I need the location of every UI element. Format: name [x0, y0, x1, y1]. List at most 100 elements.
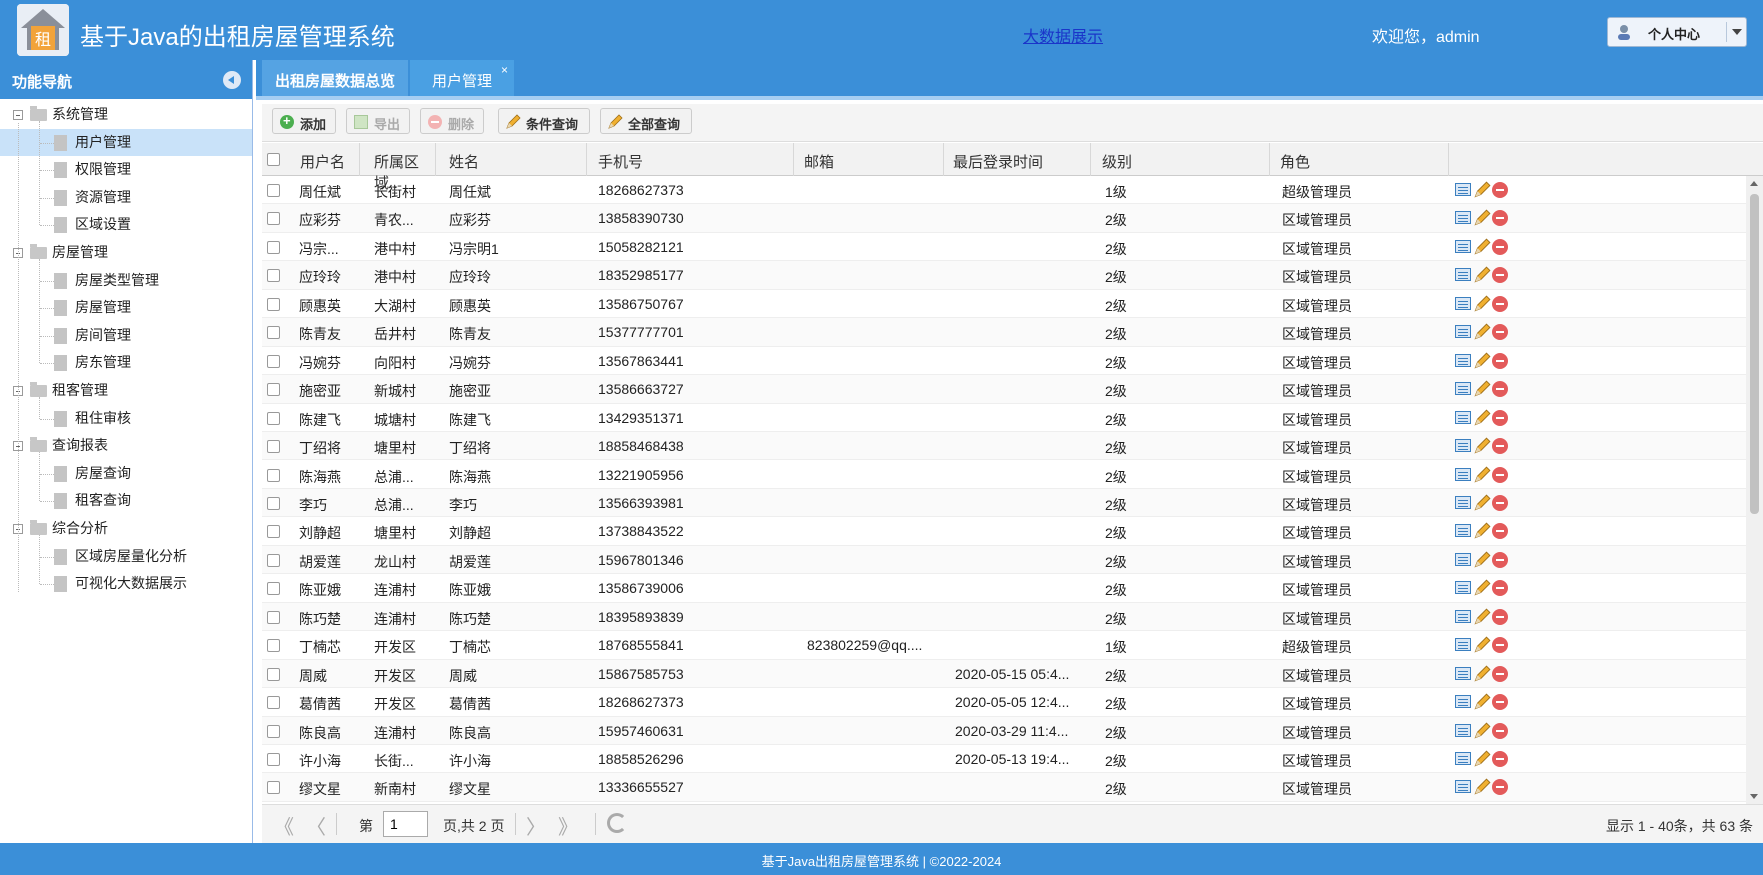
table-row[interactable]: 应玲玲 港中村 应玲玲 18352985177 2级 区域管理员	[262, 261, 1746, 290]
table-row[interactable]: 周任斌 长街村 周任斌 18268627373 1级 超级管理员	[262, 176, 1746, 205]
table-row[interactable]: 顾惠英 大湖村 顾惠英 13586750767 2级 区域管理员	[262, 290, 1746, 319]
detail-icon[interactable]	[1455, 439, 1471, 453]
table-row[interactable]: 冯婉芬 向阳村 冯婉芬 13567863441 2级 区域管理员	[262, 347, 1746, 376]
condition-query-button[interactable]: 条件查询	[498, 108, 590, 134]
row-checkbox[interactable]	[267, 383, 280, 397]
row-checkbox[interactable]	[267, 553, 280, 567]
edit-icon[interactable]	[1473, 295, 1491, 313]
table-row[interactable]: 丁楠芯 开发区 丁楠芯 18768555841 823802259@qq.... 1级 超级…	[262, 631, 1746, 660]
detail-icon[interactable]	[1455, 410, 1471, 424]
user-center-dropdown[interactable]: 个人中心	[1607, 17, 1747, 47]
edit-icon[interactable]	[1473, 551, 1491, 569]
table-row[interactable]: 胡爱莲 龙山村 胡爱莲 15967801346 2级 区域管理员	[262, 545, 1746, 575]
row-checkbox[interactable]	[267, 297, 280, 311]
table-row[interactable]: 李巧 总浦... 李巧 13566393981 2级 区域管理员	[262, 488, 1746, 518]
edit-icon[interactable]	[1473, 693, 1491, 711]
delete-row-icon[interactable]	[1492, 523, 1508, 540]
delete-row-icon[interactable]	[1492, 409, 1508, 426]
table-row[interactable]: 陈亚娥 连浦村 陈亚娥 13586739006 2级 区域管理员	[262, 574, 1746, 603]
column-header-phone[interactable]: 手机号	[588, 143, 794, 176]
prev-page-icon[interactable]: 〈	[306, 811, 326, 840]
row-checkbox[interactable]	[267, 354, 280, 368]
edit-icon[interactable]	[1473, 437, 1491, 455]
sidebar-item[interactable]: 用户管理	[0, 128, 252, 157]
edit-icon[interactable]	[1473, 380, 1491, 398]
delete-row-icon[interactable]	[1492, 466, 1508, 483]
edit-icon[interactable]	[1473, 323, 1491, 341]
edit-icon[interactable]	[1473, 209, 1491, 227]
row-checkbox[interactable]	[267, 184, 280, 197]
edit-icon[interactable]	[1473, 665, 1491, 683]
delete-row-icon[interactable]	[1492, 665, 1508, 682]
delete-row-icon[interactable]	[1492, 580, 1508, 597]
edit-icon[interactable]	[1473, 579, 1491, 597]
column-header-role[interactable]: 角色	[1270, 143, 1449, 176]
edit-icon[interactable]	[1473, 238, 1491, 256]
edit-icon[interactable]	[1473, 722, 1491, 740]
delete-row-icon[interactable]	[1492, 352, 1508, 369]
column-header-region[interactable]: 所属区域..	[364, 143, 436, 192]
table-row[interactable]: 施密亚 新城村 施密亚 13586663727 2级 区域管理员	[262, 375, 1746, 404]
sidebar-item[interactable]: 房屋管理	[0, 294, 252, 322]
scroll-down-icon[interactable]	[1750, 794, 1758, 799]
row-checkbox[interactable]	[267, 326, 280, 340]
delete-row-icon[interactable]	[1492, 722, 1508, 739]
edit-icon[interactable]	[1473, 352, 1491, 370]
tab-overview[interactable]: 出租房屋数据总览	[262, 60, 408, 100]
delete-button[interactable]: 删除	[420, 108, 484, 134]
table-row[interactable]: 刘静超 塘里村 刘静超 13738843522 2级 区域管理员	[262, 517, 1746, 546]
delete-row-icon[interactable]	[1492, 324, 1508, 341]
nav-group[interactable]: 查询报表	[0, 432, 252, 460]
scrollbar-thumb[interactable]	[1750, 194, 1759, 514]
nav-group[interactable]: 系统管理	[0, 101, 252, 129]
delete-row-icon[interactable]	[1492, 210, 1508, 227]
row-checkbox[interactable]	[267, 525, 280, 539]
detail-icon[interactable]	[1455, 296, 1471, 310]
detail-icon[interactable]	[1455, 752, 1471, 765]
refresh-icon[interactable]	[607, 813, 627, 833]
delete-row-icon[interactable]	[1492, 779, 1508, 796]
table-row[interactable]: 周威 开发区 周威 15867585753 2020-05-15 05:4... 2级 区域…	[262, 659, 1746, 689]
detail-icon[interactable]	[1455, 268, 1471, 282]
edit-icon[interactable]	[1473, 409, 1491, 427]
detail-icon[interactable]	[1455, 353, 1471, 367]
collapse-sidebar-icon[interactable]	[223, 71, 241, 89]
detail-icon[interactable]	[1455, 666, 1471, 680]
detail-icon[interactable]	[1455, 211, 1471, 225]
table-row[interactable]: 冯宗... 港中村 冯宗明1 15058282121 2级 区域管理员	[262, 233, 1746, 262]
detail-icon[interactable]	[1455, 723, 1471, 737]
sidebar-item[interactable]: 区域设置	[0, 211, 252, 239]
delete-row-icon[interactable]	[1492, 694, 1508, 711]
delete-row-icon[interactable]	[1492, 267, 1508, 284]
column-header-last-login[interactable]: 最后登录时间	[943, 143, 1091, 176]
delete-row-icon[interactable]	[1492, 637, 1508, 654]
row-checkbox[interactable]	[267, 269, 280, 283]
column-header-username[interactable]: 用户名	[290, 143, 360, 176]
delete-row-icon[interactable]	[1492, 438, 1508, 455]
collapse-toggle-icon[interactable]	[13, 110, 23, 120]
row-checkbox[interactable]	[267, 468, 280, 482]
row-checkbox[interactable]	[267, 724, 280, 738]
detail-icon[interactable]	[1455, 495, 1471, 509]
row-checkbox[interactable]	[267, 781, 280, 795]
row-checkbox[interactable]	[267, 440, 280, 454]
table-row[interactable]: 许小海 长街... 许小海 18858526296 2020-05-13 19:4...…	[262, 745, 1746, 774]
table-row[interactable]: 陈青友 岳井村 陈青友 15377777701 2级 区域管理员	[262, 318, 1746, 347]
sidebar-item[interactable]: 房东管理	[0, 349, 252, 377]
edit-icon[interactable]	[1473, 608, 1491, 626]
row-checkbox[interactable]	[267, 610, 280, 624]
row-checkbox[interactable]	[267, 696, 280, 710]
table-row[interactable]: 应彩芬 青农... 应彩芬 13858390730 2级 区域管理员	[262, 204, 1746, 233]
edit-icon[interactable]	[1473, 266, 1491, 284]
row-checkbox[interactable]	[267, 496, 280, 510]
detail-icon[interactable]	[1455, 638, 1471, 652]
detail-icon[interactable]	[1455, 183, 1471, 196]
all-query-button[interactable]: 全部查询	[600, 108, 692, 134]
table-row[interactable]: 陈良高 连浦村 陈良高 15957460631 2020-03-29 11:4... 2级…	[262, 716, 1746, 745]
delete-row-icon[interactable]	[1492, 608, 1508, 625]
edit-icon[interactable]	[1473, 750, 1491, 768]
column-header-email[interactable]: 邮箱	[794, 143, 944, 176]
sidebar-item[interactable]: 租住审核	[0, 405, 252, 433]
add-button[interactable]: 添加	[272, 108, 336, 134]
edit-icon[interactable]	[1473, 181, 1491, 199]
